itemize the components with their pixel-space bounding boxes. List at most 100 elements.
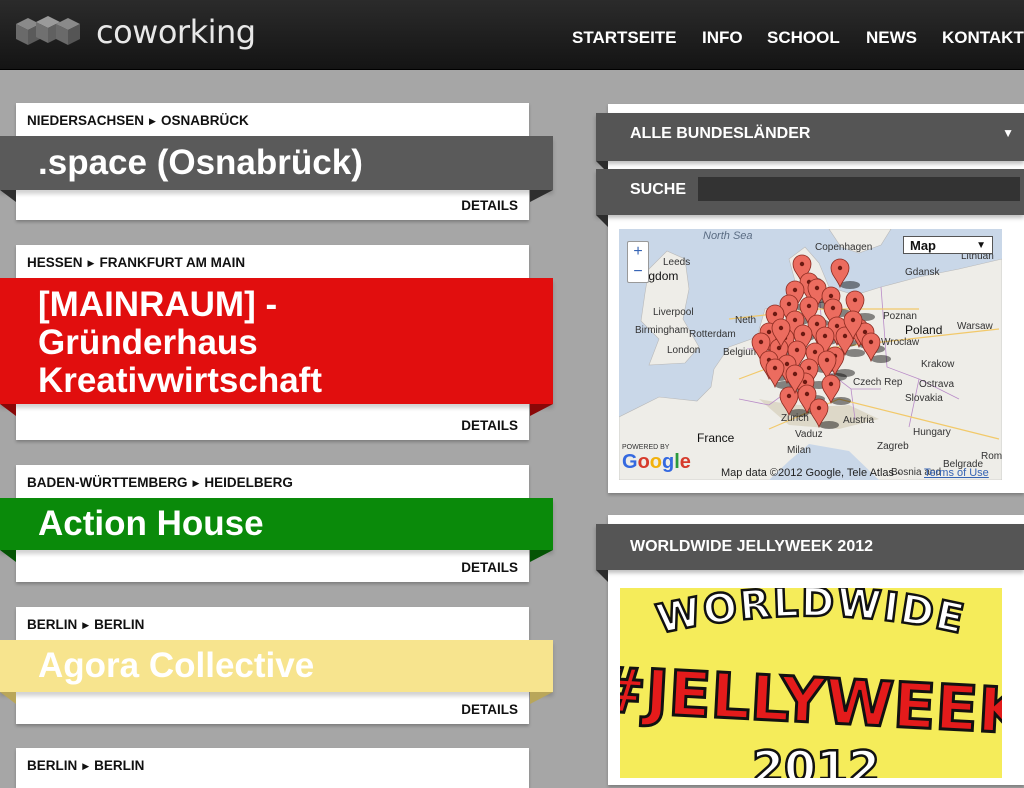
map-pin-dot	[784, 361, 790, 367]
listing-title-ribbon: .space (Osnabrück)	[0, 136, 553, 202]
region-select-label: ALLE BUNDESLÄNDER	[630, 125, 811, 142]
listing-card: NIEDERSACHSEN ▶ OSNABRÜCK .space (Osnabrüc…	[0, 103, 553, 220]
map-type-select[interactable]: Map ▼	[903, 236, 993, 254]
map-pin-dot	[772, 311, 778, 317]
nav-kontakt[interactable]: KONTAKT	[942, 28, 1024, 48]
map-pin-dot	[837, 265, 843, 271]
poster-line-1: WORLDWIDE	[651, 588, 968, 645]
triangle-right-icon: ▶	[82, 761, 90, 771]
region-select[interactable]: ALLE BUNDESLÄNDER ▼	[596, 113, 1024, 173]
listing-title-line-3[interactable]: Kreativwirtschaft	[38, 362, 322, 400]
breadcrumb-region[interactable]: NIEDERSACHSEN	[27, 113, 144, 128]
map-pin-dot	[852, 297, 858, 303]
breadcrumb-city[interactable]: BERLIN	[94, 758, 144, 773]
breadcrumb: BADEN-WÜRTTEMBERG ▶ HEIDELBERG	[27, 475, 293, 490]
triangle-right-icon: ▶	[149, 116, 156, 126]
listing-title-line-2[interactable]: Gründerhaus	[38, 324, 258, 362]
listing-title-line-1[interactable]: [MAINRAUM] -	[38, 286, 277, 324]
map-pin-dot	[799, 261, 805, 267]
listing-card: HESSEN ▶ FRANKFURT AM MAIN [MAINRAUM] - Gr…	[0, 245, 553, 440]
map-pin-dot	[806, 365, 812, 371]
map-pin-dot	[786, 393, 792, 399]
breadcrumb-city[interactable]: HEIDELBERG	[204, 475, 293, 490]
breadcrumb-region[interactable]: BADEN-WÜRTTEMBERG	[27, 475, 187, 490]
map-pin-dot	[814, 285, 820, 291]
map-pin-dot	[778, 325, 784, 331]
map-pin-dot	[800, 331, 806, 337]
map-pin-dot	[792, 287, 798, 293]
map-pin-shadow	[840, 281, 860, 289]
map-pin-shadow	[831, 397, 851, 405]
details-link[interactable]: DETAILS	[461, 198, 518, 213]
listing-title[interactable]: .space (Osnabrück)	[38, 144, 363, 182]
breadcrumb: BERLIN ▶ BERLIN	[27, 758, 144, 773]
map-pin-dot	[850, 317, 856, 323]
nav-news[interactable]: NEWS	[866, 28, 917, 48]
map-pin-dot	[834, 323, 840, 329]
breadcrumb-city[interactable]: FRANKFURT AM MAIN	[99, 255, 245, 270]
svg-text:WORLDWIDE: WORLDWIDE	[653, 588, 970, 643]
coworking-map[interactable]: North Sea Kingdom Leeds Liverpool Birmin…	[619, 229, 1002, 480]
map-pin-dot	[804, 391, 810, 397]
map-attribution: Map data ©2012 Google, Tele Atlas -	[721, 467, 901, 479]
breadcrumb-city[interactable]: BERLIN	[94, 617, 144, 632]
details-link[interactable]: DETAILS	[461, 560, 518, 575]
nav-school[interactable]: SCHOOL	[767, 28, 840, 48]
map-pin-dot	[794, 347, 800, 353]
map-pin-dot	[806, 303, 812, 309]
main-nav: STARTSEITE INFO SCHOOL NEWS KONTAKT	[0, 28, 1024, 48]
map-pin-dot	[824, 357, 830, 363]
listing-title[interactable]: Agora Collective	[38, 647, 314, 685]
listing-card: BERLIN ▶ BERLIN Agora Collective DETAILS	[0, 607, 553, 724]
zoom-in-button[interactable]: +	[628, 242, 648, 262]
bar-fold	[596, 215, 608, 227]
search-input[interactable]	[698, 177, 1020, 201]
listing-title[interactable]: Action House	[38, 505, 264, 543]
map-pin-dot	[802, 379, 808, 385]
breadcrumb-city[interactable]: OSNABRÜCK	[161, 113, 249, 128]
map-pin-dot	[766, 329, 772, 335]
details-link[interactable]: DETAILS	[461, 702, 518, 717]
map-pin-dot	[758, 339, 764, 345]
zoom-out-button[interactable]: −	[628, 262, 648, 282]
breadcrumb: BERLIN ▶ BERLIN	[27, 617, 144, 632]
map-pin-dot	[814, 321, 820, 327]
poster-line-2: #JELLYWEEK	[620, 653, 1002, 749]
map-type-label: Map	[910, 238, 936, 253]
listing-title-ribbon: [MAINRAUM] - Gründerhaus Kreativwirtscha…	[0, 278, 553, 416]
listing-title-ribbon: Agora Collective	[0, 640, 553, 704]
nav-startseite[interactable]: STARTSEITE	[572, 28, 677, 48]
map-pin-dot	[816, 405, 822, 411]
map-pin-dot	[830, 305, 836, 311]
google-logo[interactable]: Google	[622, 451, 691, 474]
dropdown-arrow-icon: ▼	[1002, 126, 1014, 140]
breadcrumb-region[interactable]: BERLIN	[27, 617, 77, 632]
terms-of-use-link[interactable]: Terms of Use	[924, 467, 989, 479]
search-bar: SUCHE	[596, 169, 1024, 227]
map-pins	[751, 254, 891, 429]
listing-title-ribbon: Action House	[0, 498, 553, 562]
search-label: SUCHE	[630, 181, 687, 198]
listing-card: BERLIN ▶ BERLIN	[16, 748, 529, 788]
dropdown-arrow-icon: ▼	[976, 240, 986, 251]
nav-info[interactable]: INFO	[702, 28, 743, 48]
details-link[interactable]: DETAILS	[461, 418, 518, 433]
breadcrumb-region[interactable]: BERLIN	[27, 758, 77, 773]
map-pin-dot	[812, 349, 818, 355]
triangle-right-icon: ▶	[87, 258, 95, 268]
ribbon-fold-left	[0, 190, 16, 202]
map-pin-dot	[868, 339, 874, 345]
jellyweek-heading[interactable]: WORLDWIDE JELLYWEEK 2012	[630, 538, 873, 556]
jellyweek-poster[interactable]: WORLDWIDE #JELLYWEEK 2012	[620, 588, 1002, 778]
map-pin-dot	[772, 365, 778, 371]
listing-card: BADEN-WÜRTTEMBERG ▶ HEIDELBERG Action Hous…	[0, 465, 553, 582]
map-pin-dot	[828, 381, 834, 387]
map-pin-dot	[792, 317, 798, 323]
jellyweek-heading-bar: WORLDWIDE JELLYWEEK 2012	[596, 524, 1024, 582]
map-pin-shadow	[845, 349, 865, 357]
breadcrumb-region[interactable]: HESSEN	[27, 255, 83, 270]
ribbon-fold-right	[530, 692, 553, 704]
ribbon-fold-right	[530, 404, 553, 416]
powered-by-text: POWERED BY	[622, 444, 670, 451]
map-pin-shadow	[819, 421, 839, 429]
